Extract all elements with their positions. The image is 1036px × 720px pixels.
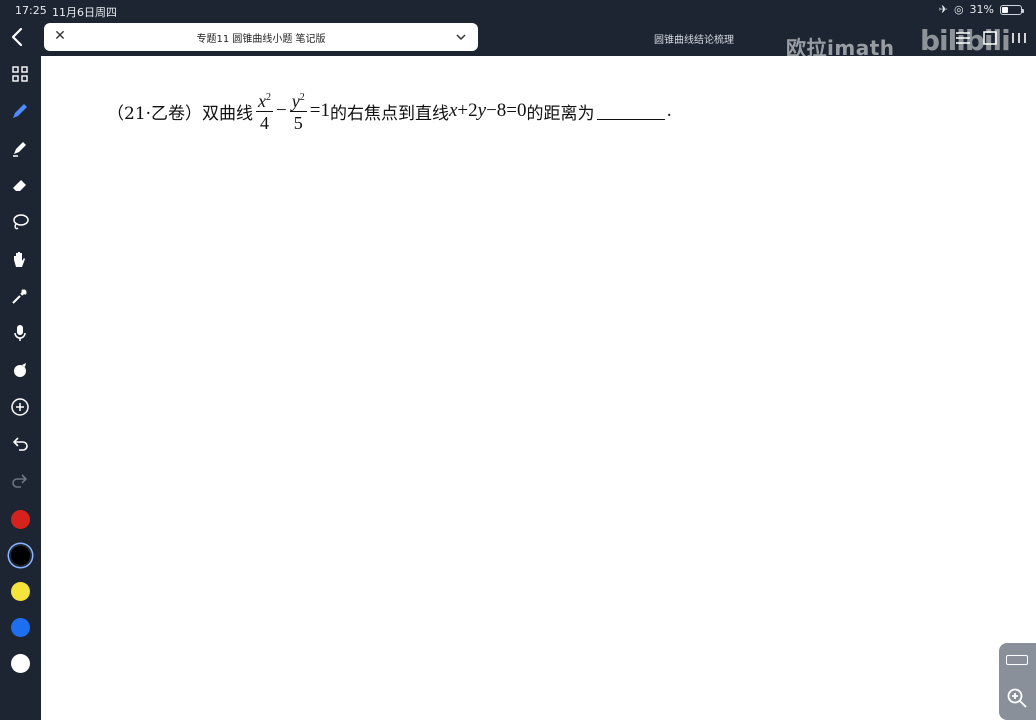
battery-icon <box>1000 4 1024 15</box>
list-icon[interactable] <box>954 30 972 46</box>
frac2-numerator: y <box>291 91 300 111</box>
more-icon[interactable] <box>1010 30 1028 46</box>
problem-text-b: 的右焦点到直线 <box>329 103 449 124</box>
back-icon[interactable] <box>10 26 32 50</box>
lasso-icon[interactable] <box>8 210 32 234</box>
color-swatch-blue[interactable] <box>11 618 30 637</box>
fraction-y2-over-5: y2 5 <box>289 91 307 133</box>
battery-percent: 31% <box>969 3 994 16</box>
mic-icon[interactable] <box>8 321 32 345</box>
ruler-icon[interactable] <box>1006 655 1028 665</box>
color-swatch-red[interactable] <box>11 510 30 529</box>
shape-icon[interactable] <box>8 358 32 382</box>
fraction-x2-over-4: x2 4 <box>256 91 274 133</box>
eyedropper-icon[interactable] <box>8 284 32 308</box>
color-swatch-black[interactable] <box>11 546 30 565</box>
document-title: 专题11 圆锥曲线小题 笔记版 <box>196 34 326 45</box>
eraser-icon[interactable] <box>8 173 32 197</box>
line-equation: x+2y−8=0 <box>448 100 527 121</box>
answer-blank <box>596 102 665 120</box>
frac1-denominator: 4 <box>260 113 270 133</box>
minus-sign: − <box>276 100 287 121</box>
note-page[interactable]: （21·乙卷） 双曲线 x2 4 − y2 5 =1 的右焦点到直线 x+2y−… <box>41 56 1036 720</box>
problem-text-a: 双曲线 <box>202 103 254 124</box>
left-toolbar <box>0 56 40 720</box>
color-swatch-white[interactable] <box>11 654 30 673</box>
status-right: ✈ ◎ 31% <box>938 3 1024 16</box>
problem-statement: （21·乙卷） 双曲线 x2 4 − y2 5 =1 的右焦点到直线 x+2y−… <box>107 86 672 136</box>
zoom-icon[interactable] <box>1006 687 1028 709</box>
app-window: 17:25 11月6日周四 ✈ ◎ 31% ✕ 专题11 圆锥曲线小题 笔记版 … <box>0 0 1036 720</box>
close-icon[interactable]: ✕ <box>52 28 68 44</box>
add-icon[interactable] <box>8 395 32 419</box>
other-document-tab[interactable]: 圆锥曲线结论梳理 <box>654 31 734 46</box>
undo-icon[interactable] <box>8 432 32 456</box>
status-time: 17:25 <box>15 4 47 17</box>
period: . <box>666 101 672 121</box>
document-tab[interactable]: ✕ 专题11 圆锥曲线小题 笔记版 <box>44 23 478 51</box>
problem-text-c: 的距离为 <box>526 103 595 124</box>
status-bar: 17:25 11月6日周四 ✈ ◎ 31% <box>0 0 1036 22</box>
zoom-panel <box>999 643 1036 720</box>
equals-one: =1 <box>309 100 330 121</box>
frac1-numerator: x <box>258 91 267 111</box>
highlighter-icon[interactable] <box>8 136 32 160</box>
problem-source: （21·乙卷） <box>107 103 203 124</box>
grid-icon[interactable] <box>8 62 32 86</box>
hand-icon[interactable] <box>8 247 32 271</box>
color-swatch-yellow[interactable] <box>11 582 30 601</box>
chevron-down-icon[interactable] <box>454 29 468 43</box>
pages-icon[interactable] <box>982 30 1000 46</box>
frac2-denominator: 5 <box>293 113 303 133</box>
status-date: 11月6日周四 <box>52 6 117 19</box>
top-right-icons <box>954 30 1028 46</box>
orientation-lock-icon: ◎ <box>953 3 964 16</box>
redo-icon[interactable] <box>8 469 32 493</box>
airplane-icon: ✈ <box>938 3 948 16</box>
pen-icon[interactable] <box>8 99 32 123</box>
